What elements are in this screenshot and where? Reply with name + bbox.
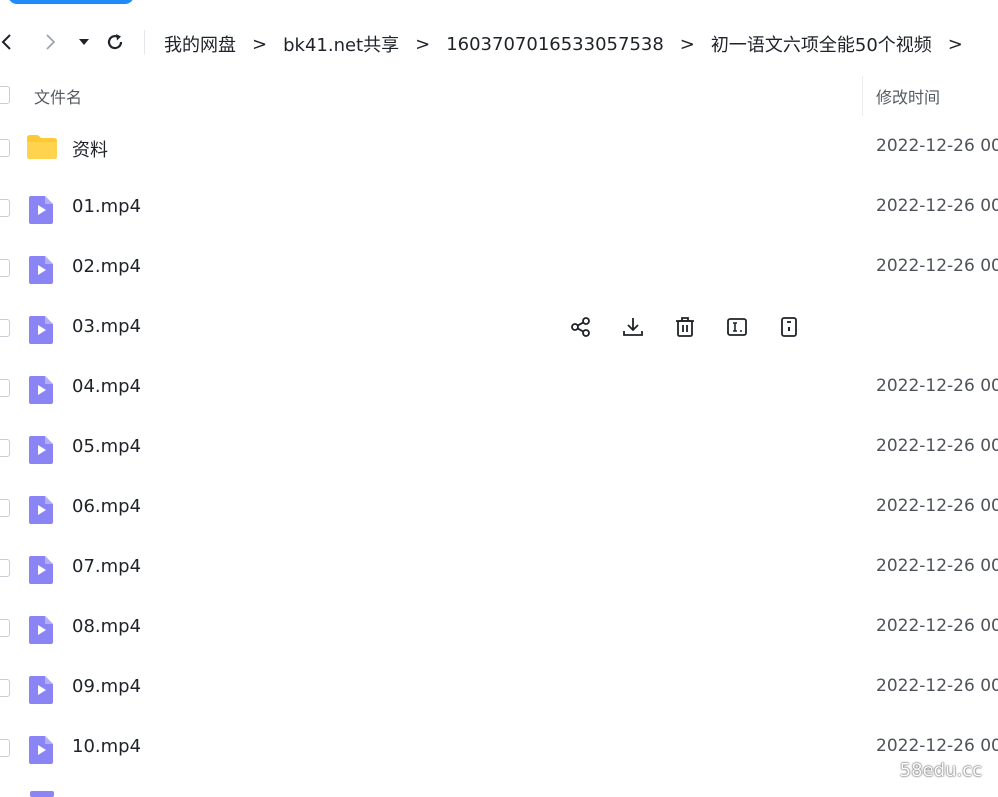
row-checkbox[interactable] bbox=[0, 199, 10, 217]
file-name[interactable]: 资料 bbox=[72, 136, 108, 162]
row-actions bbox=[568, 314, 828, 340]
row-checkbox[interactable] bbox=[0, 379, 10, 397]
file-name[interactable]: 05.mp4 bbox=[72, 436, 141, 457]
nav-divider bbox=[144, 30, 145, 54]
delete-icon[interactable] bbox=[672, 314, 698, 340]
file-name[interactable]: 04.mp4 bbox=[72, 376, 141, 397]
history-dropdown-icon[interactable] bbox=[72, 30, 96, 54]
file-row[interactable]: 资料 2022-12-26 00 bbox=[0, 118, 998, 178]
breadcrumb-item-share[interactable]: bk41.net共享 bbox=[281, 31, 401, 57]
file-name[interactable]: 06.mp4 bbox=[72, 496, 141, 517]
video-file-icon bbox=[28, 735, 54, 769]
file-name[interactable]: 02.mp4 bbox=[72, 256, 141, 277]
file-row[interactable]: 09.mp4 2022-12-26 00 bbox=[0, 658, 998, 718]
video-file-icon bbox=[28, 675, 54, 709]
video-file-icon bbox=[28, 315, 54, 349]
download-icon[interactable] bbox=[620, 314, 646, 340]
column-header-name[interactable]: 文件名 bbox=[34, 84, 82, 108]
file-row[interactable]: 07.mp4 2022-12-26 00 bbox=[0, 538, 998, 598]
top-action-button[interactable] bbox=[8, 0, 134, 4]
column-header-modified[interactable]: 修改时间 bbox=[876, 84, 940, 108]
file-row[interactable]: 06.mp4 2022-12-26 00 bbox=[0, 478, 998, 538]
file-name[interactable]: 07.mp4 bbox=[72, 556, 141, 577]
video-file-icon bbox=[28, 615, 54, 649]
navigation-bar: 我的网盘 > bk41.net共享 > 1603707016533057538 … bbox=[0, 22, 998, 62]
share-icon[interactable] bbox=[568, 314, 594, 340]
breadcrumb-separator: > bbox=[947, 33, 963, 55]
file-row[interactable]: 03.mp4 bbox=[0, 298, 998, 358]
file-modified-time: 2022-12-26 00 bbox=[876, 376, 998, 396]
row-checkbox[interactable] bbox=[0, 139, 10, 157]
row-checkbox[interactable] bbox=[0, 319, 10, 337]
file-row[interactable]: 05.mp4 2022-12-26 00 bbox=[0, 418, 998, 478]
file-modified-time: 2022-12-26 00 bbox=[876, 676, 998, 696]
breadcrumb-separator: > bbox=[415, 33, 431, 55]
file-row[interactable]: 10.mp4 2022-12-26 00 bbox=[0, 718, 998, 778]
file-row[interactable]: 04.mp4 2022-12-26 00 bbox=[0, 358, 998, 418]
breadcrumb-item-id-folder[interactable]: 1603707016533057538 bbox=[444, 34, 666, 55]
rename-icon[interactable] bbox=[724, 314, 750, 340]
video-file-icon bbox=[28, 255, 54, 289]
file-modified-time: 2022-12-26 00 bbox=[876, 736, 998, 756]
row-checkbox[interactable] bbox=[0, 559, 10, 577]
file-modified-time: 2022-12-26 00 bbox=[876, 196, 998, 216]
folder-icon bbox=[26, 134, 58, 164]
column-divider[interactable] bbox=[862, 76, 863, 116]
file-name[interactable]: 08.mp4 bbox=[72, 616, 141, 637]
video-file-icon bbox=[28, 435, 54, 469]
file-modified-time: 2022-12-26 00 bbox=[876, 256, 998, 276]
video-file-icon bbox=[28, 555, 54, 589]
row-checkbox[interactable] bbox=[0, 259, 10, 277]
row-checkbox[interactable] bbox=[0, 499, 10, 517]
select-all-checkbox[interactable] bbox=[0, 86, 10, 104]
file-row[interactable]: 02.mp4 2022-12-26 00 bbox=[0, 238, 998, 298]
info-icon[interactable] bbox=[776, 314, 802, 340]
refresh-icon[interactable] bbox=[103, 30, 127, 54]
file-name[interactable]: 09.mp4 bbox=[72, 676, 141, 697]
file-name[interactable]: 10.mp4 bbox=[72, 736, 141, 757]
video-file-icon bbox=[30, 791, 54, 797]
file-name[interactable]: 03.mp4 bbox=[72, 316, 141, 337]
file-modified-time: 2022-12-26 00 bbox=[876, 616, 998, 636]
row-checkbox[interactable] bbox=[0, 619, 10, 637]
file-list-header: 文件名 修改时间 bbox=[0, 70, 998, 118]
watermark: 58edu.cc bbox=[899, 760, 982, 781]
file-row[interactable]: 08.mp4 2022-12-26 00 bbox=[0, 598, 998, 658]
row-checkbox[interactable] bbox=[0, 739, 10, 757]
breadcrumb-item-my-drive[interactable]: 我的网盘 bbox=[162, 31, 238, 57]
back-icon[interactable] bbox=[0, 30, 18, 54]
file-row[interactable]: 01.mp4 2022-12-26 00 bbox=[0, 178, 998, 238]
video-file-icon bbox=[28, 495, 54, 529]
file-name[interactable]: 01.mp4 bbox=[72, 196, 141, 217]
file-modified-time: 2022-12-26 00 bbox=[876, 556, 998, 576]
breadcrumb: 我的网盘 > bk41.net共享 > 1603707016533057538 … bbox=[162, 31, 977, 57]
file-modified-time: 2022-12-26 00 bbox=[876, 436, 998, 456]
file-modified-time: 2022-12-26 00 bbox=[876, 136, 998, 156]
row-checkbox[interactable] bbox=[0, 439, 10, 457]
breadcrumb-separator: > bbox=[252, 33, 268, 55]
video-file-icon bbox=[28, 195, 54, 229]
breadcrumb-item-current[interactable]: 初一语文六项全能50个视频 bbox=[709, 31, 934, 57]
video-file-icon bbox=[28, 375, 54, 409]
breadcrumb-separator: > bbox=[679, 33, 695, 55]
file-modified-time: 2022-12-26 00 bbox=[876, 496, 998, 516]
row-checkbox[interactable] bbox=[0, 679, 10, 697]
forward-icon[interactable] bbox=[38, 30, 62, 54]
